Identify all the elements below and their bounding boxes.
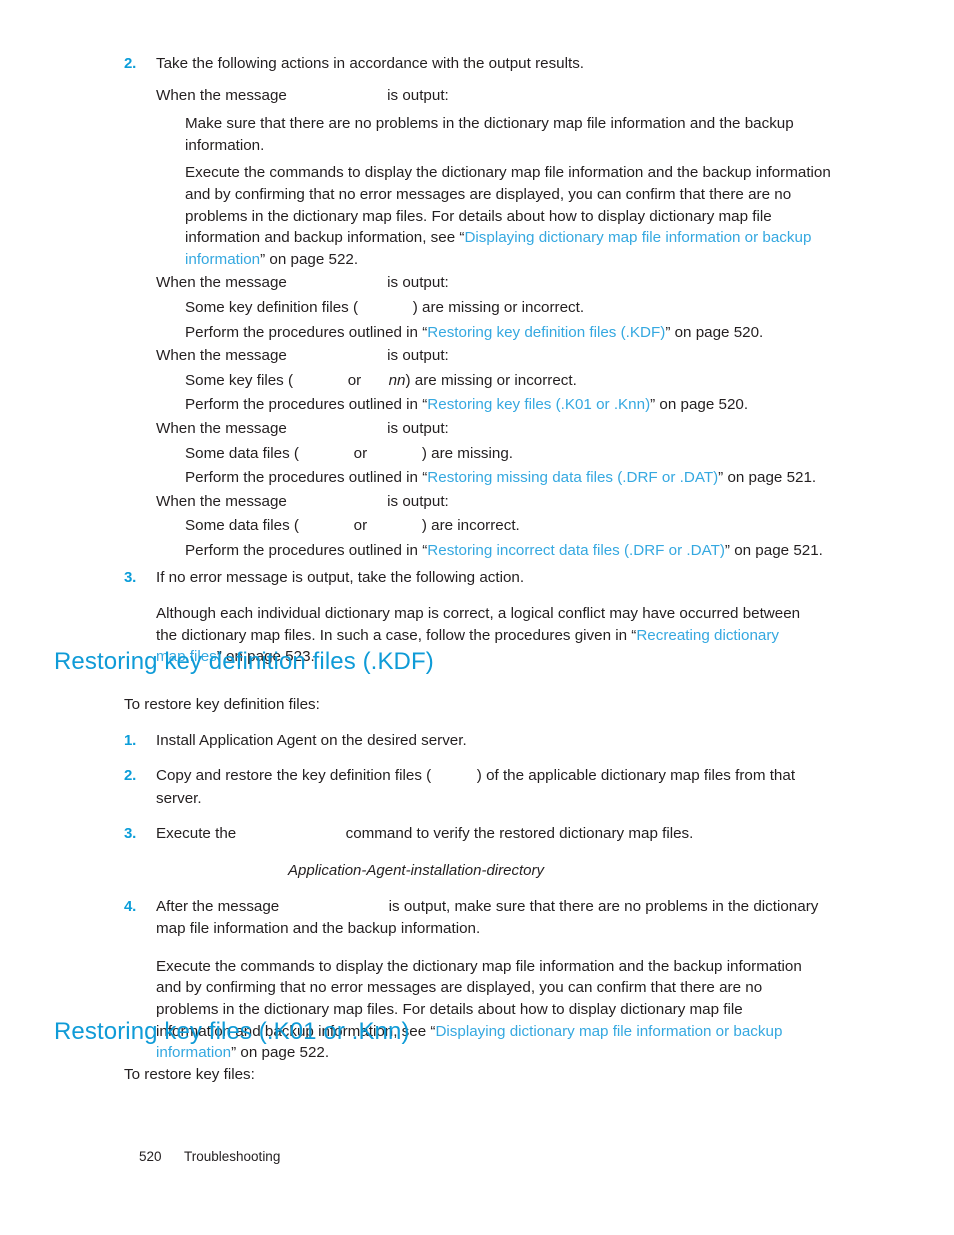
case-2-action-post: ” on page 520.	[665, 323, 764, 341]
kdf-item-2-text: Copy and restore the key definition file…	[156, 767, 795, 807]
list-marker: 2.	[124, 767, 137, 785]
xref-restoring-incorrect-data-files[interactable]: Restoring incorrect data files (.DRF or …	[427, 542, 725, 559]
kdf-item-2-code	[431, 766, 477, 788]
case-5-desc-mid: or	[353, 517, 368, 535]
case-5-desc-pre: Some data files (	[185, 517, 299, 535]
kdf-item-3-command-code	[236, 824, 345, 846]
case-4-file-code-2	[367, 444, 422, 466]
list-marker: 1.	[124, 731, 137, 749]
case-4-intro-post: is output:	[387, 419, 449, 437]
case-5-action: Perform the procedures outlined in “Rest…	[185, 540, 954, 562]
case-3-intro-post: is output:	[387, 347, 449, 365]
case-4-intro-pre: When the message	[156, 419, 287, 437]
kdf-list-item-1: 1. Install Application Agent on the desi…	[124, 730, 954, 752]
case-5-intro: When the message is output:	[156, 491, 954, 514]
list-marker: 3.	[124, 569, 137, 587]
case-4-action-post: ” on page 521.	[718, 469, 817, 487]
list-marker: 3.	[124, 825, 137, 843]
case-3-desc: Some key files ( or nn) are missing or i…	[185, 370, 954, 393]
list-item-step-3: 3. If no error message is output, take t…	[124, 567, 954, 589]
case-5-file-code-1	[299, 516, 354, 538]
case-2-intro-post: is output:	[387, 274, 449, 292]
case-1-line-2: Execute the commands to display the dict…	[185, 162, 835, 270]
list-item-text: If no error message is output, take the …	[156, 569, 525, 587]
list-marker: 4.	[124, 897, 137, 915]
kdf-item-2-pre: Copy and restore the key definition file…	[156, 767, 432, 785]
section-heading-kdf: Restoring key definition files (.KDF)	[54, 648, 434, 675]
case-1-intro-post: is output:	[387, 86, 449, 104]
case-5-action-pre: Perform the procedures outlined in “	[185, 541, 428, 559]
case-4-file-code-1	[299, 444, 354, 466]
kdf-item-4-message-code	[279, 897, 388, 919]
kdf-item-3-pre: Execute the	[156, 825, 237, 843]
case-5-desc: Some data files ( or ) are incorrect.	[185, 515, 954, 538]
case-1-intro: When the message is output:	[156, 85, 954, 108]
case-2-desc-pre: Some key definition files (	[185, 298, 359, 316]
case-4-desc-mid: or	[353, 444, 368, 462]
kdf-list-item-4: 4. After the message is output, make sur…	[124, 896, 821, 940]
case-1-link-tail: ” on page 522.	[260, 250, 359, 268]
case-4-desc-pre: Some data files (	[185, 444, 299, 462]
case-5-desc-post: ) are incorrect.	[421, 517, 520, 535]
case-2-intro-pre: When the message	[156, 274, 287, 292]
case-1-message-code	[287, 86, 387, 108]
case-3-desc-pre: Some key files (	[185, 371, 294, 389]
case-3-file-code-2	[361, 371, 388, 393]
knn-lead: To restore key files:	[124, 1066, 255, 1083]
case-3-intro-pre: When the message	[156, 347, 287, 365]
case-2-desc: Some key definition files ( ) are missin…	[185, 297, 954, 320]
document-page: 2. Take the following actions in accorda…	[0, 0, 954, 1235]
case-2-file-code	[358, 298, 413, 320]
case-5-intro-post: is output:	[387, 492, 449, 510]
case-2-action-pre: Perform the procedures outlined in “	[185, 323, 428, 341]
case-5-intro-pre: When the message	[156, 492, 287, 510]
case-5-file-code-2	[367, 516, 422, 538]
kdf-lead: To restore key definition files:	[124, 696, 320, 713]
case-3-desc-italic: nn	[388, 371, 406, 389]
kdf-list-item-3: 3. Execute the command to verify the res…	[124, 823, 954, 846]
kdf-item-3-install-dir: Application-Agent-installation-directory	[288, 861, 544, 879]
case-2-intro: When the message is output:	[156, 272, 954, 295]
case-3-message-code	[287, 346, 387, 368]
list-item-step-2: 2. Take the following actions in accorda…	[124, 53, 954, 75]
case-4-action: Perform the procedures outlined in “Rest…	[185, 467, 954, 489]
list-item-text: Take the following actions in accordance…	[156, 55, 585, 72]
case-5-action-post: ” on page 521.	[724, 541, 823, 559]
case-4-message-code	[287, 419, 387, 441]
case-1-intro-pre: When the message	[156, 86, 287, 104]
kdf-item-3-post: command to verify the restored dictionar…	[345, 825, 694, 843]
xref-restoring-missing-data-files[interactable]: Restoring missing data files (.DRF or .D…	[427, 469, 718, 486]
kdf-item-3-text: Execute the command to verify the restor…	[156, 825, 693, 842]
case-3-action-pre: Perform the procedures outlined in “	[185, 396, 428, 414]
xref-restoring-key-files[interactable]: Restoring key files (.K01 or .Knn)	[427, 396, 650, 413]
kdf-item-4-text: After the message is output, make sure t…	[156, 898, 818, 938]
case-3-desc-post: ) are missing or incorrect.	[405, 371, 577, 389]
case-4-intro: When the message is output:	[156, 418, 954, 441]
case-3-action-post: ” on page 520.	[650, 396, 749, 414]
kdf-item-1-text: Install Application Agent on the desired…	[156, 731, 467, 749]
list-marker: 2.	[124, 55, 137, 72]
case-3-desc-mid: or	[347, 371, 362, 389]
footer-chapter: Troubleshooting	[184, 1149, 281, 1164]
case-4-desc: Some data files ( or ) are missing.	[185, 443, 954, 466]
case-3-file-code-1	[293, 371, 348, 393]
case-2-message-code	[287, 273, 387, 295]
kdf-item-4-pre: After the message	[156, 897, 280, 915]
section-heading-knn: Restoring key files (.K01 or .Knn)	[54, 1018, 410, 1045]
case-4-action-pre: Perform the procedures outlined in “	[185, 469, 428, 487]
xref-restoring-key-definition-files[interactable]: Restoring key definition files (.KDF)	[427, 324, 665, 341]
case-3-intro: When the message is output:	[156, 345, 954, 368]
case-4-desc-post: ) are missing.	[421, 444, 514, 462]
kdf-list-item-2: 2. Copy and restore the key definition f…	[124, 765, 821, 809]
case-2-action: Perform the procedures outlined in “Rest…	[185, 322, 954, 344]
case-1-line-1: Make sure that there are no problems in …	[185, 115, 794, 154]
footer-page-number: 520	[139, 1149, 162, 1164]
page-footer: 520 Troubleshooting	[124, 1134, 280, 1179]
case-5-message-code	[287, 492, 387, 514]
case-2-desc-post: ) are missing or incorrect.	[412, 298, 585, 316]
case-3-action: Perform the procedures outlined in “Rest…	[185, 394, 954, 416]
